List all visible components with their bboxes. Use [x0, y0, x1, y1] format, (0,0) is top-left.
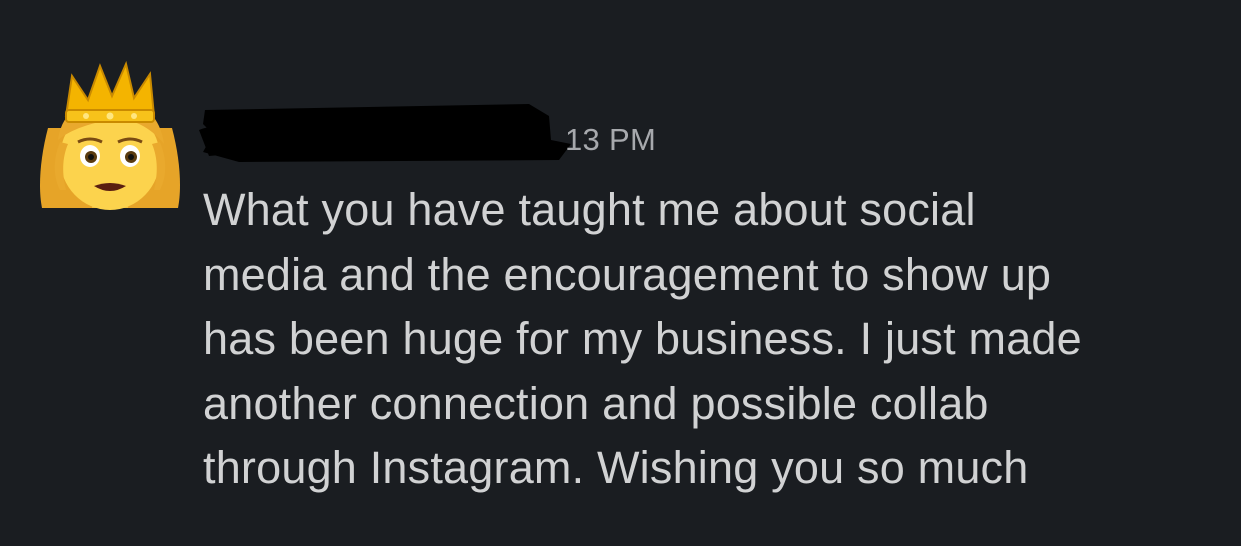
message-line: through Instagram. Wishing you so much [203, 442, 1029, 493]
message-timestamp[interactable]: 13 PM [565, 122, 656, 158]
message-line: What you have taught me about social [203, 184, 976, 235]
princess-emoji-icon[interactable] [30, 58, 190, 218]
message-body: 13 PM What you have taught me about soci… [199, 100, 1233, 493]
chat-message: 13 PM What you have taught me about soci… [0, 0, 1241, 546]
message-line: has been huge for my business. I just ma… [203, 313, 1082, 364]
message-line: another connection and possible collab [203, 377, 989, 429]
message-header: 13 PM [199, 100, 1233, 162]
message-line: media and the encouragement to show up [203, 248, 1052, 300]
redaction-scribble [199, 104, 571, 162]
message-text: What you have taught me about social med… [203, 178, 1233, 501]
